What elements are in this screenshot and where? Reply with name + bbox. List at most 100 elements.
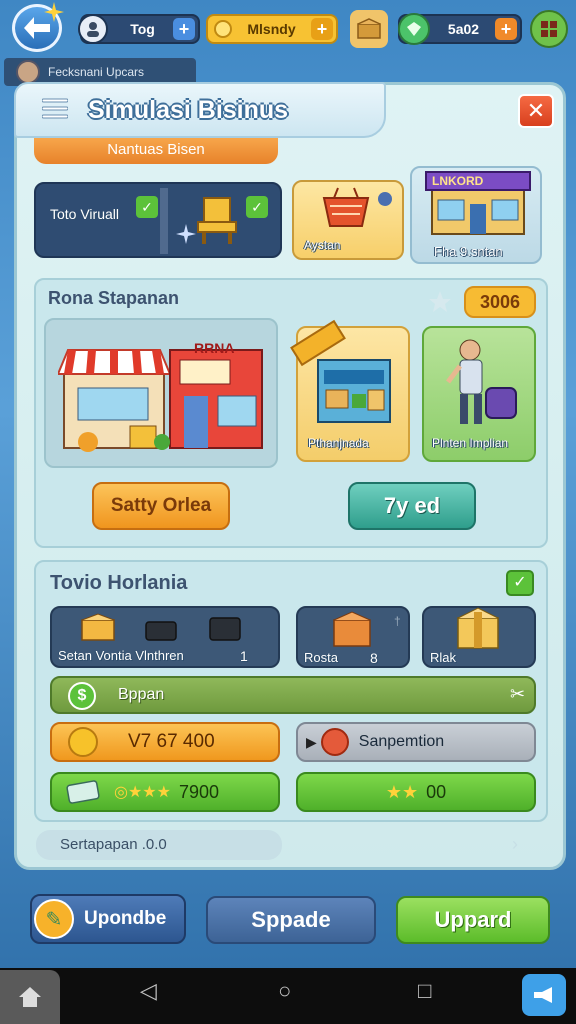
- store-sign: RRNA: [194, 340, 235, 356]
- store-virtual-label: Toto Viruall: [50, 206, 120, 222]
- add-currency-button[interactable]: +: [311, 18, 333, 40]
- share-app-button[interactable]: [522, 974, 566, 1016]
- footer-status[interactable]: Sertapapan .0.0: [36, 830, 282, 860]
- shop-sign: LNKORD: [432, 174, 484, 188]
- inventory-slot-mid-count: 8: [370, 650, 378, 666]
- parcel-icon: [457, 607, 499, 649]
- store-virtual-card[interactable]: Toto Viruall ✓ ✓: [34, 182, 282, 258]
- inventory-slot-right-label: Rlak: [430, 650, 457, 665]
- inventory-slot-mid[interactable]: † Rosta 8: [296, 606, 410, 668]
- upgrade-right-label: Uppard: [434, 907, 512, 932]
- progress-bar[interactable]: $ Bppan ✂: [50, 676, 536, 714]
- rating-value: 7900: [179, 781, 220, 802]
- footer-text: Sertapapan .0.0: [60, 836, 167, 853]
- hamburger-icon[interactable]: [42, 98, 68, 120]
- megaphone-icon: [534, 987, 552, 1003]
- confirm-button[interactable]: 7y ed: [348, 482, 476, 530]
- basket-card[interactable]: Aystan: [292, 180, 404, 260]
- back-nav-icon[interactable]: ◁: [140, 978, 157, 1004]
- market-card-label: Pthanjnada: [308, 436, 369, 450]
- basket-icon: [322, 187, 370, 227]
- market-card[interactable]: Pthanjnada: [290, 319, 410, 462]
- gem-icon: [398, 13, 430, 45]
- check-icon: ✓: [136, 196, 158, 218]
- title-banner: Simulasi Bisinus: [14, 82, 386, 138]
- coin-value-button[interactable]: V7 67 400: [50, 722, 280, 762]
- home-app-button[interactable]: [0, 970, 60, 1024]
- chair-icon: [197, 197, 237, 244]
- broom-icon: ✎: [34, 899, 74, 939]
- box-icon[interactable]: [350, 10, 388, 48]
- tool-icon[interactable]: ✂: [510, 684, 525, 705]
- inventory-slot-right[interactable]: Rlak: [422, 606, 536, 668]
- confirm-label: 7y ed: [383, 493, 441, 518]
- avatar: [78, 14, 108, 44]
- shop-card[interactable]: LNKORD Fha 9.sntan: [410, 166, 542, 264]
- rating-button-right[interactable]: ★★ 00: [296, 772, 536, 812]
- spark-icon: [44, 2, 64, 22]
- notification-avatar: [16, 60, 40, 84]
- inventory-slot-left[interactable]: Setan Vontia Vlnthren 1: [50, 606, 280, 668]
- menu-grid-icon[interactable]: [530, 10, 568, 48]
- recents-nav-icon[interactable]: □: [418, 978, 431, 1004]
- dark-box-icon: [145, 621, 177, 641]
- inventory-slot-left-label: Setan Vontia Vlnthren: [58, 648, 184, 663]
- gems-pill[interactable]: 5a02 +: [398, 13, 522, 45]
- top-bar: Tog + Mlsndy + 5a02 +: [0, 0, 576, 60]
- upgrade-left-button[interactable]: ✎ Upondbe: [30, 894, 186, 944]
- crate-icon: [333, 611, 371, 647]
- start-order-label: Satty Orlea: [110, 495, 212, 516]
- store-preview[interactable]: RRNA: [44, 318, 278, 468]
- stars-icon: ★★: [385, 781, 419, 802]
- score-badge: 3006: [464, 286, 536, 318]
- inventory-section-title: Tovio Horlania: [50, 572, 188, 594]
- upgrade-middle-label: Sppade: [251, 907, 331, 932]
- dot-icon: †: [394, 614, 401, 628]
- player-pill[interactable]: Tog +: [78, 14, 200, 44]
- close-button[interactable]: ✕: [518, 94, 554, 128]
- score-badge-value: 3006: [479, 291, 521, 312]
- yellow-box-icon: [81, 613, 115, 641]
- coin-value: V7 67 400: [128, 731, 215, 752]
- divider: [160, 188, 168, 254]
- close-icon: ✕: [526, 98, 546, 123]
- basket-label: Aystan: [304, 238, 341, 252]
- progress-bar-label: Bppan: [118, 686, 165, 703]
- play-icon: ▶: [306, 733, 317, 750]
- shop-label: Fha 9.sntan: [434, 244, 503, 259]
- dollar-icon: $: [68, 682, 96, 710]
- notification-text: Fecksnani Upcars: [48, 65, 145, 79]
- sparkle-icon: [176, 224, 196, 244]
- add-gems-button[interactable]: +: [495, 18, 517, 40]
- rating-button-left[interactable]: ◎★★★ 7900: [50, 772, 280, 812]
- dark-box-icon: [209, 617, 241, 641]
- start-order-button[interactable]: Satty Orlea: [92, 482, 230, 530]
- worker-card[interactable]: Plnten Implian: [422, 326, 536, 462]
- home-icon: [19, 987, 41, 1007]
- chevron-right-icon[interactable]: ›: [512, 834, 518, 855]
- currency-label: Mlsndy: [247, 21, 296, 37]
- inventory-slot-left-count: 1: [240, 648, 248, 664]
- gems-value: 5a02: [447, 21, 480, 37]
- special-button[interactable]: ▶ Sanpemtion: [296, 722, 536, 762]
- upgrade-middle-button[interactable]: Sppade: [206, 896, 376, 944]
- market-stall-icon: [317, 359, 391, 423]
- worker-card-label: Plnten Implian: [432, 436, 509, 450]
- upgrade-right-button[interactable]: Uppard: [396, 896, 550, 944]
- cash-icon: [66, 780, 100, 804]
- badge-icon: [320, 728, 349, 756]
- add-player-button[interactable]: +: [173, 18, 195, 40]
- inventory-slot-mid-label: Rosta: [304, 650, 338, 665]
- currency-pill[interactable]: Mlsndy +: [206, 14, 338, 44]
- player-name: Tog: [130, 21, 155, 37]
- store-section-title: Rona Stapanan: [48, 288, 180, 308]
- worker-icon: [446, 339, 517, 424]
- subtitle-tab[interactable]: Nantuas Bisen: [34, 138, 278, 164]
- home-nav-icon[interactable]: ○: [278, 978, 291, 1004]
- upgrade-left-label: Upondbe: [84, 908, 167, 929]
- section-check-icon[interactable]: ✓: [506, 570, 534, 596]
- storefront-icon: [58, 349, 263, 452]
- star-outline-icon: [429, 291, 451, 312]
- panel-title: Simulasi Bisinus: [88, 96, 289, 124]
- special-label: Sanpemtion: [358, 733, 445, 750]
